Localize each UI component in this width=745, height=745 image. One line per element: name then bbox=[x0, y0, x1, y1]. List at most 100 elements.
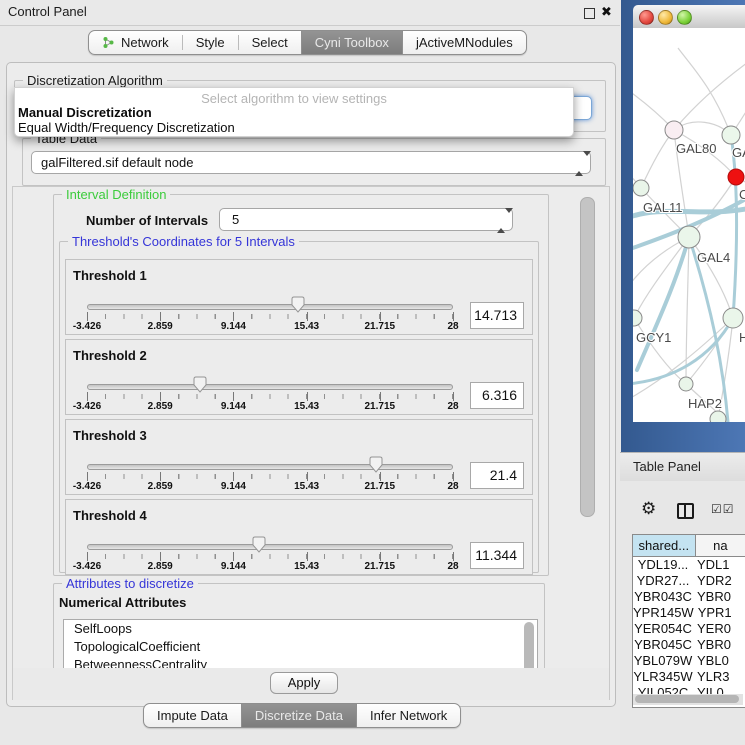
node-label-gal4: GAL4 bbox=[697, 250, 730, 265]
slider-tick-labels: -3.4262.8599.14415.4321.71528 bbox=[87, 321, 453, 333]
spinner-arrows-icon bbox=[497, 213, 505, 228]
node-label-gal80: GAL80 bbox=[676, 141, 716, 156]
network-node-bottom-partial[interactable] bbox=[710, 411, 726, 422]
table-data-combobox-value: galFiltered.sif default node bbox=[41, 155, 193, 170]
node-label-gal11: GAL11 bbox=[643, 200, 683, 215]
number-of-intervals-spinner[interactable]: 5 bbox=[219, 208, 513, 231]
tab-label: Cyni Toolbox bbox=[315, 35, 389, 50]
network-node-gal4[interactable] bbox=[678, 226, 700, 248]
threshold-slider-track[interactable] bbox=[87, 304, 453, 310]
node-label-red-node: C bbox=[739, 187, 745, 202]
network-node-red-node[interactable] bbox=[728, 169, 744, 185]
dropdown-placeholder-option[interactable]: Select algorithm to view settings bbox=[15, 91, 573, 106]
tab-impute-data[interactable]: Impute Data bbox=[144, 704, 241, 727]
list-item[interactable]: TopologicalCoefficient bbox=[64, 638, 537, 656]
network-node-gal80[interactable] bbox=[665, 121, 683, 139]
table-data-group: Table Data galFiltered.sif default node bbox=[22, 138, 606, 186]
node-label-hap2: HAP2 bbox=[688, 396, 722, 411]
settings-scroll-viewport: Interval Definition Number of Intervals … bbox=[12, 186, 610, 670]
numerical-attributes-heading: Numerical Attributes bbox=[59, 595, 186, 610]
node-label-right-mid: H bbox=[739, 330, 745, 345]
threshold-label: Threshold 3 bbox=[73, 428, 147, 443]
threshold-label: Threshold 2 bbox=[73, 348, 147, 363]
network-node-gcy1[interactable] bbox=[633, 310, 642, 326]
network-node-top-right[interactable] bbox=[722, 126, 740, 144]
table-horizontal-scrollbar[interactable] bbox=[633, 694, 743, 705]
slider-tick-labels: -3.4262.8599.14415.4321.71528 bbox=[87, 481, 453, 493]
tab-infer-network[interactable]: Infer Network bbox=[357, 704, 460, 727]
split-columns-icon[interactable] bbox=[677, 503, 694, 519]
table-row[interactable]: YPR145WYPR1 bbox=[633, 605, 745, 621]
tab-network[interactable]: Network bbox=[89, 31, 182, 54]
tab-jactivemnodules[interactable]: jActiveMNodules bbox=[403, 31, 526, 54]
combobox-arrows-icon bbox=[575, 156, 583, 171]
tab-style[interactable]: Style bbox=[183, 31, 238, 54]
table-row[interactable]: YBR043CYBR0 bbox=[633, 589, 745, 605]
number-of-intervals-label: Number of Intervals bbox=[86, 213, 208, 228]
app-root: Control Panel ✖ NetworkStyleSelectCyni T… bbox=[0, 0, 745, 745]
tab-label: Discretize Data bbox=[255, 708, 343, 723]
settings-gear-icon[interactable]: ⚙ bbox=[641, 499, 656, 519]
zoom-traffic-light[interactable] bbox=[677, 10, 692, 25]
threshold-value-field[interactable]: 6.316 bbox=[470, 382, 524, 409]
table-panel-titlebar: Table Panel bbox=[620, 452, 745, 482]
threshold-slider-thumb[interactable] bbox=[251, 536, 267, 554]
tab-cyni-toolbox[interactable]: Cyni Toolbox bbox=[301, 31, 403, 54]
table-header-shared[interactable]: shared... bbox=[633, 535, 696, 556]
threshold-slider-thumb[interactable] bbox=[192, 376, 208, 394]
table-row[interactable]: YDR27...YDR2 bbox=[633, 573, 745, 589]
threshold-value-field[interactable]: 14.713 bbox=[470, 302, 524, 329]
tab-label: jActiveMNodules bbox=[416, 35, 513, 50]
threshold-slider-track[interactable] bbox=[87, 544, 453, 550]
slider-minor-ticks bbox=[87, 314, 453, 319]
threshold-panel: Threshold 1 -3.4262.8599.14415.4321.7152… bbox=[65, 259, 533, 335]
network-node-hap2[interactable] bbox=[679, 377, 693, 391]
attribute-list[interactable]: SelfLoopsTopologicalCoefficientBetweenne… bbox=[63, 619, 538, 670]
top-tabs: Network Style Select Cyni Toolbox jActiveMNo… bbox=[88, 30, 527, 55]
tab-label: Style bbox=[196, 35, 225, 50]
slider-minor-ticks bbox=[87, 394, 453, 399]
algorithm-dropdown-popup: Select algorithm to view settings Manual… bbox=[14, 87, 574, 137]
network-canvas[interactable]: GAL80GACGAL11GAL4GCY1HHAP2 bbox=[633, 28, 745, 422]
table-header-name[interactable]: na bbox=[696, 535, 745, 556]
table-data-combobox[interactable]: galFiltered.sif default node bbox=[31, 151, 591, 174]
thresholds-container: Threshold 1 -3.4262.8599.14415.4321.7152… bbox=[65, 259, 533, 579]
table-row[interactable]: YLR345WYLR3 bbox=[633, 669, 745, 685]
tab-select[interactable]: Select bbox=[239, 31, 301, 54]
node-table: shared... na YDL19...YDL1YDR27...YDR2YBR… bbox=[632, 534, 745, 708]
vertical-scrollbar[interactable] bbox=[580, 197, 595, 517]
table-row[interactable]: YBR045CYBR0 bbox=[633, 637, 745, 653]
close-icon[interactable]: ✖ bbox=[601, 4, 612, 20]
minimize-traffic-light[interactable] bbox=[658, 10, 673, 25]
dropdown-option-manual-discretization[interactable]: Manual Discretization bbox=[18, 105, 152, 120]
group-title-interval-definition: Interval Definition bbox=[62, 187, 170, 202]
threshold-slider-track[interactable] bbox=[87, 464, 453, 470]
apply-button[interactable]: Apply bbox=[270, 672, 338, 694]
close-traffic-light[interactable] bbox=[639, 10, 654, 25]
threshold-slider-track[interactable] bbox=[87, 384, 453, 390]
table-row[interactable]: YDL19...YDL1 bbox=[633, 557, 745, 573]
table-row[interactable]: YBL079WYBL0 bbox=[633, 653, 745, 669]
threshold-value-field[interactable]: 11.344 bbox=[470, 542, 524, 569]
right-region: GAL80GACGAL11GAL4GCY1HHAP2 Table Panel ⚙… bbox=[620, 0, 745, 745]
apply-strip: Apply bbox=[12, 668, 610, 700]
threshold-slider-thumb[interactable] bbox=[290, 296, 306, 314]
threshold-slider-thumb[interactable] bbox=[368, 456, 384, 474]
checkbox-columns-icon[interactable]: ☑☑ bbox=[711, 502, 735, 516]
attribute-list-scrollbar[interactable] bbox=[524, 622, 534, 670]
table-row[interactable]: YER054CYER0 bbox=[633, 621, 745, 637]
tab-discretize-data[interactable]: Discretize Data bbox=[241, 704, 357, 727]
table-header-row: shared... na bbox=[633, 535, 745, 557]
tab-label: Infer Network bbox=[370, 708, 447, 723]
table-panel-body: ⚙ ☑☑ shared... na YDL19...YDL1YDR27...YD… bbox=[620, 481, 745, 745]
list-item[interactable]: SelfLoops bbox=[64, 620, 537, 638]
group-title-discretization: Discretization Algorithm bbox=[23, 73, 167, 88]
float-window-icon[interactable] bbox=[584, 8, 595, 19]
network-window-titlebar[interactable] bbox=[633, 5, 745, 29]
network-tab-icon bbox=[102, 36, 115, 49]
tab-label: Select bbox=[252, 35, 288, 50]
network-node-gal11[interactable] bbox=[633, 180, 649, 196]
threshold-value-field[interactable]: 21.4 bbox=[470, 462, 524, 489]
network-node-right-mid[interactable] bbox=[723, 308, 743, 328]
dropdown-option-equal-width[interactable]: Equal Width/Frequency Discretization bbox=[18, 120, 235, 135]
